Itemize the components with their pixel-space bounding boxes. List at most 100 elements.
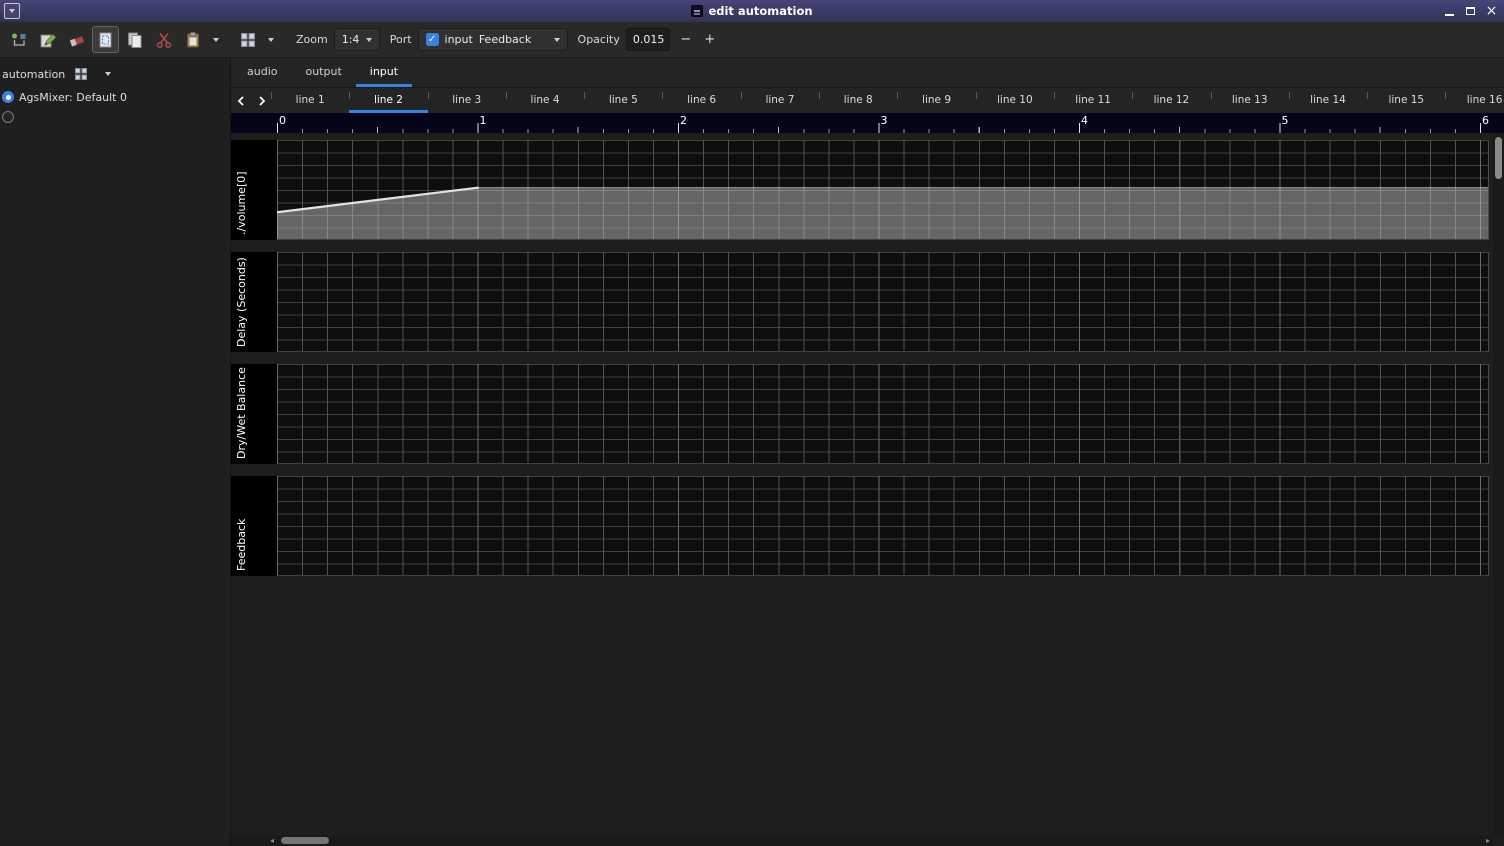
- position-tool-button[interactable]: [5, 26, 32, 53]
- horizontal-scrollbar[interactable]: ◂ ▸: [231, 835, 1493, 846]
- line-tab-bar: line 1 line 2 line 3 line 4 line 5 line …: [231, 88, 1504, 113]
- lane-label: ./volume[0]: [231, 140, 277, 240]
- chevron-down-icon: [366, 38, 372, 42]
- scroll-left-arrow-icon[interactable]: ◂: [270, 837, 274, 845]
- line-tab[interactable]: line 5: [584, 88, 662, 113]
- chevron-down-icon: [554, 38, 560, 42]
- port-name: Feedback: [479, 33, 531, 46]
- copy-icon: [126, 31, 144, 49]
- select-icon: [97, 31, 115, 49]
- line-tab[interactable]: line 10: [976, 88, 1054, 113]
- port-label: Port: [390, 33, 412, 46]
- close-button[interactable]: ×: [1482, 2, 1501, 20]
- lane-feedback: Feedback: [231, 476, 1489, 576]
- tool-popup-dropdown[interactable]: [263, 26, 278, 53]
- close-icon: ×: [1486, 4, 1498, 18]
- vertical-scrollbar[interactable]: [1493, 133, 1504, 835]
- pencil-icon: [39, 31, 57, 49]
- opacity-label: Opacity: [578, 33, 620, 46]
- select-tool-button[interactable]: [92, 26, 119, 53]
- line-tab[interactable]: line 4: [506, 88, 584, 113]
- line-tab[interactable]: line 8: [819, 88, 897, 113]
- scissors-icon: [155, 31, 173, 49]
- line-tab[interactable]: line 14: [1289, 88, 1367, 113]
- line-tab[interactable]: line 16: [1445, 88, 1504, 113]
- tab-audio[interactable]: audio: [233, 58, 291, 87]
- delay-automation-grid[interactable]: [277, 252, 1489, 352]
- opacity-decrease-button[interactable]: −: [674, 28, 698, 51]
- zoom-label: Zoom: [296, 33, 328, 46]
- zoom-value: 1:4: [342, 33, 360, 46]
- chevron-right-icon: [257, 95, 267, 107]
- volume-automation-curve: [277, 140, 1488, 239]
- plus-icon: +: [704, 32, 715, 47]
- maximize-button[interactable]: [1461, 2, 1480, 20]
- line-tab[interactable]: line 1: [271, 88, 349, 113]
- volume-automation-grid[interactable]: [277, 140, 1489, 240]
- window-title: edit automation: [708, 0, 812, 22]
- automation-dropdown-caret[interactable]: [105, 72, 111, 76]
- lane-label: Dry/Wet Balance: [231, 364, 277, 464]
- lane-label: Feedback: [231, 476, 277, 576]
- ruler-mark: 0: [279, 114, 286, 127]
- port-combo[interactable]: ✓ input Feedback: [418, 28, 568, 51]
- machine-radio-row[interactable]: [0, 107, 230, 127]
- tab-output[interactable]: output: [291, 58, 355, 87]
- minimize-icon: [1445, 14, 1454, 16]
- line-tab[interactable]: line 6: [662, 88, 740, 113]
- port-scope: input: [445, 33, 473, 46]
- ruler-mark: 1: [480, 114, 487, 127]
- edit-tool-button[interactable]: [34, 26, 61, 53]
- machine-radio-row[interactable]: AgsMixer: Default 0: [0, 87, 230, 107]
- clear-tool-button[interactable]: [63, 26, 90, 53]
- paste-tool-button[interactable]: [179, 26, 206, 53]
- tool-popup-button[interactable]: [234, 26, 261, 53]
- chevron-down-icon: [213, 38, 219, 42]
- ruler-mark: 5: [1282, 114, 1289, 127]
- maximize-icon: [1466, 7, 1475, 15]
- opacity-increase-button[interactable]: +: [698, 28, 722, 51]
- horizontal-scrollbar-thumb[interactable]: [281, 837, 329, 844]
- line-tab[interactable]: line 12: [1132, 88, 1210, 113]
- line-tab[interactable]: line 9: [897, 88, 975, 113]
- machine-radio-unselected[interactable]: [2, 111, 14, 123]
- lane-volume: ./volume[0]: [231, 140, 1489, 240]
- window-controls: ×: [1440, 0, 1501, 22]
- chevron-down-icon: [268, 38, 274, 42]
- opacity-input[interactable]: 0.015: [626, 28, 670, 51]
- feedback-automation-grid[interactable]: [277, 476, 1489, 576]
- port-checkbox[interactable]: ✓: [426, 33, 439, 46]
- dry-wet-automation-grid[interactable]: [277, 364, 1489, 464]
- automation-fill-area: [277, 188, 1488, 239]
- ruler-mark: 6: [1482, 114, 1489, 127]
- cut-tool-button[interactable]: [150, 26, 177, 53]
- line-tab[interactable]: line 3: [428, 88, 506, 113]
- lane-dry-wet: Dry/Wet Balance: [231, 364, 1489, 464]
- sidebar: automation AgsMixer: Default 0: [0, 58, 231, 846]
- zoom-combo[interactable]: 1:4: [334, 28, 380, 51]
- line-tab[interactable]: line 15: [1367, 88, 1445, 113]
- scroll-right-arrow-icon[interactable]: ▸: [1486, 837, 1490, 845]
- scroll-left-button[interactable]: [235, 92, 247, 110]
- scope-notebook: audio output input: [231, 58, 1504, 88]
- edit-menu-dropdown[interactable]: [208, 26, 223, 53]
- line-tab[interactable]: line 2: [349, 88, 427, 113]
- automation-machine-icon[interactable]: [74, 67, 88, 81]
- line-tab[interactable]: line 11: [1054, 88, 1132, 113]
- machine-radio-selected[interactable]: [2, 91, 14, 103]
- chevron-left-icon: [236, 95, 246, 107]
- ruler-mark: 2: [680, 114, 687, 127]
- clipboard-icon: [184, 31, 202, 49]
- automation-header: automation: [0, 58, 230, 87]
- line-tab[interactable]: line 7: [741, 88, 819, 113]
- matrix-icon: [239, 31, 257, 49]
- ruler-mark: 3: [881, 114, 888, 127]
- vertical-scrollbar-thumb[interactable]: [1495, 137, 1502, 179]
- tab-input[interactable]: input: [356, 58, 412, 87]
- minus-icon: −: [680, 32, 691, 47]
- line-tab[interactable]: line 13: [1211, 88, 1289, 113]
- minimize-button[interactable]: [1440, 2, 1459, 20]
- automation-lanes: ./volume[0] Delay (Seconds): [231, 133, 1504, 576]
- copy-tool-button[interactable]: [121, 26, 148, 53]
- scroll-right-button[interactable]: [256, 92, 268, 110]
